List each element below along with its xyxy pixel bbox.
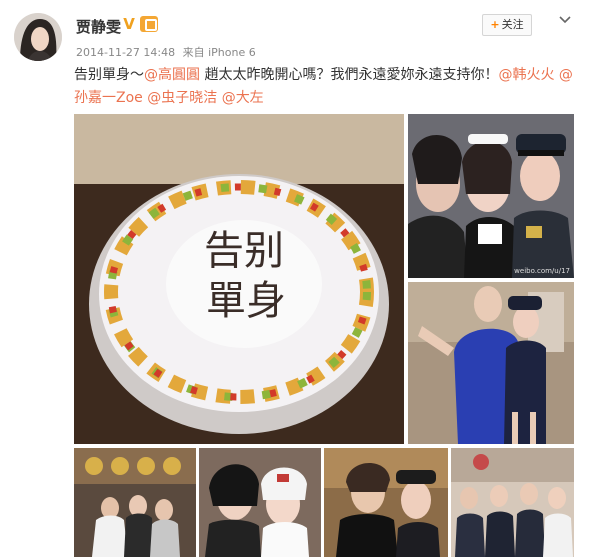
cake-image: 告别 單身 — [74, 114, 404, 444]
bottom-photo-3-image — [324, 448, 448, 557]
cake-text-line2: 單身 — [206, 278, 286, 324]
follow-label: 关注 — [501, 18, 524, 31]
bottom-photo-4-image — [451, 448, 574, 557]
cake-text-line1: 告别 — [204, 228, 284, 274]
mention-link[interactable]: @韩火火 — [498, 67, 554, 83]
pair-photo-image — [408, 282, 574, 444]
mention-link[interactable]: @大左 — [222, 90, 264, 106]
avatar-image — [14, 13, 62, 61]
photo-bottom-2[interactable] — [199, 448, 321, 557]
weibo-post: 贾静雯 V 2014-11-27 14:48 来自 iPhone 6 + 关注 告… — [0, 0, 590, 557]
photo-bottom-4[interactable] — [451, 448, 574, 557]
verified-v-icon: V — [123, 15, 135, 33]
post-time[interactable]: 2014-11-27 14:48 — [76, 46, 175, 59]
mention-link[interactable]: @虫子晓洁 — [147, 90, 217, 106]
photo-bottom-1[interactable] — [74, 448, 196, 557]
post-text: 告别單身～@高圓圓 趙太太昨晚開心嗎？我們永遠愛妳永遠支持你！@韩火火 @孙嘉一… — [74, 64, 574, 110]
watermark: weibo.com/u/17 — [514, 267, 570, 275]
post-meta: 2014-11-27 14:48 来自 iPhone 6 — [76, 44, 260, 60]
photo-bottom-3[interactable] — [324, 448, 448, 557]
plus-icon: + — [490, 18, 500, 31]
bottom-photo-1-image — [74, 448, 196, 557]
member-icon — [140, 16, 158, 32]
photo-pair[interactable] — [408, 282, 574, 444]
photo-cake[interactable]: 告别 單身 — [74, 114, 404, 444]
post-text-part: 告别單身～ — [74, 67, 144, 83]
mention-link[interactable]: @高圓圓 — [144, 67, 200, 83]
photo-group-top[interactable]: weibo.com/u/17 — [408, 114, 574, 278]
avatar[interactable] — [14, 13, 62, 61]
bottom-photo-2-image — [199, 448, 321, 557]
group-photo-image — [408, 114, 574, 278]
follow-button[interactable]: + 关注 — [482, 14, 532, 36]
post-source: 来自 iPhone 6 — [182, 46, 256, 59]
chevron-down-icon[interactable] — [558, 14, 572, 26]
username[interactable]: 贾静雯 — [76, 16, 121, 37]
post-text-part: 趙太太昨晚開心嗎？我們永遠愛妳永遠支持你！ — [200, 67, 499, 83]
